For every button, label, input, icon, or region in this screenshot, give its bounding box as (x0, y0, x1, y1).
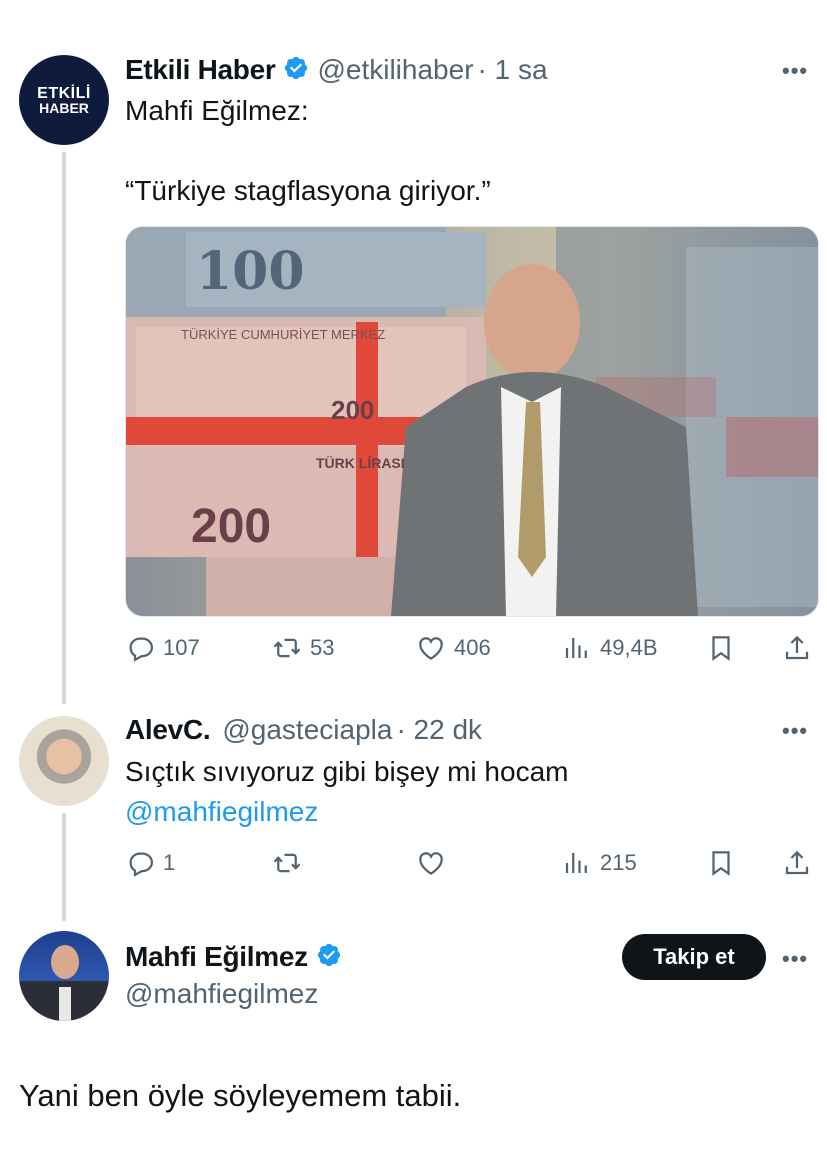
verified-icon (316, 942, 342, 973)
share-button[interactable] (782, 633, 812, 663)
bookmark-button[interactable] (706, 633, 736, 663)
retweet-count: 53 (310, 635, 335, 660)
mention-link[interactable]: @mahfiegilmez (125, 793, 318, 831)
tweet3-header: Mahfi Eğilmez (125, 939, 342, 975)
reply-icon (129, 852, 154, 877)
avatar-text: ETKİLİ (37, 84, 91, 102)
author-name[interactable]: AlevC. (125, 714, 211, 746)
bookmark-button[interactable] (706, 848, 736, 878)
avatar-mahfi-egilmez[interactable] (19, 931, 109, 1021)
more-icon[interactable]: ••• (782, 58, 808, 84)
tweet2-header: AlevC. @gasteciapla · 22 dk (125, 712, 482, 748)
banknote-text: TÜRK LİRASI (316, 455, 405, 471)
retweet-icon (273, 638, 301, 658)
avatar-text: HABER (39, 99, 89, 116)
share-icon (785, 635, 809, 660)
like-button[interactable]: 406 (416, 633, 491, 663)
like-icon (419, 852, 443, 875)
verified-icon (283, 55, 309, 86)
more-icon[interactable]: ••• (782, 718, 808, 744)
tweet1-header: Etkili Haber @etkilihaber · 1 sa (125, 52, 548, 88)
reply-button[interactable]: 1 (125, 848, 175, 878)
retweet-button[interactable]: 53 (272, 633, 334, 663)
author-handle[interactable]: @etkilihaber (317, 54, 473, 86)
banknote-text: 200 (191, 500, 272, 553)
follow-button[interactable]: Takip et (622, 934, 766, 980)
banknote-text: 200 (331, 395, 375, 425)
tweet2-text: Sıçtık sıvıyoruz gibi bişey mi hocam (125, 756, 569, 787)
more-icon[interactable]: ••• (782, 946, 808, 972)
views-icon (565, 853, 587, 873)
avatar-etkili-haber[interactable]: ETKİLİ HABER (19, 55, 109, 145)
thread-line (62, 152, 66, 704)
author-handle[interactable]: @gasteciapla (222, 714, 392, 746)
reply-count: 107 (163, 635, 200, 660)
views-count: 49,4B (600, 635, 658, 660)
tweet1-text-line2: “Türkiye stagflasyona giriyor.” (125, 175, 491, 206)
bookmark-icon (712, 851, 730, 876)
share-button[interactable] (782, 848, 812, 878)
tweet-time[interactable]: · 22 dk (396, 714, 482, 746)
retweet-button[interactable] (272, 848, 302, 878)
like-button[interactable] (416, 848, 446, 878)
thread-line (62, 813, 66, 921)
top-cutoff-text (330, 0, 480, 4)
views-button[interactable]: 49,4B (562, 633, 658, 663)
tweet1-text-line1: Mahfi Eğilmez: (125, 95, 309, 126)
avatar-alevc[interactable] (19, 716, 109, 806)
tweet-image[interactable]: 100 TÜRKİYE CUMHURİYET MERKEZ 200 TÜRK L… (125, 226, 819, 617)
like-count: 406 (454, 635, 491, 660)
views-icon (565, 638, 587, 658)
bookmark-icon (712, 636, 730, 661)
like-icon (419, 637, 443, 660)
banknote-text: TÜRKİYE CUMHURİYET MERKEZ (181, 327, 386, 342)
banknote-text: 100 (196, 241, 305, 302)
share-icon (785, 850, 809, 875)
tweet-time[interactable]: · 1 sa (478, 54, 548, 86)
reply-button[interactable]: 107 (125, 633, 200, 663)
author-name[interactable]: Mahfi Eğilmez (125, 941, 308, 973)
reply-count: 1 (163, 850, 176, 875)
views-count: 215 (600, 850, 637, 875)
views-button[interactable]: 215 (562, 848, 637, 878)
retweet-icon (273, 853, 301, 873)
author-name[interactable]: Etkili Haber (125, 54, 276, 86)
author-handle[interactable]: @mahfiegilmez (125, 978, 318, 1010)
tweet3-text: Yani ben öyle söyleyemem tabii. (19, 1078, 462, 1113)
reply-icon (129, 637, 154, 662)
